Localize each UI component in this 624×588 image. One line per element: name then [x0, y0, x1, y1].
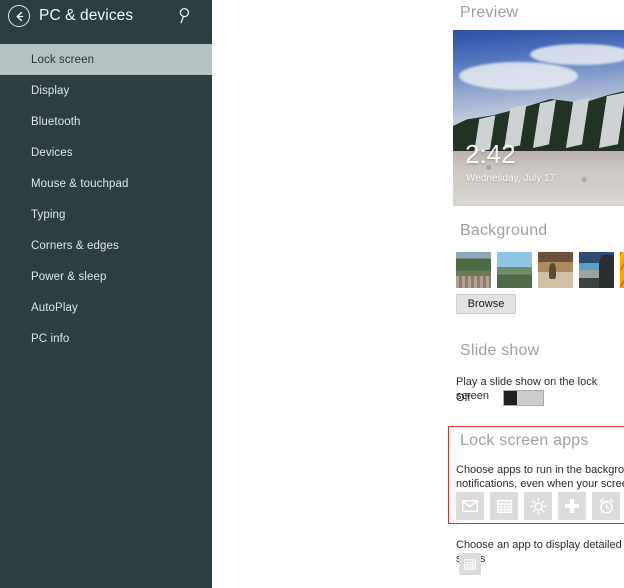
main-content: Preview 2:42 Wednesday, July 17 Backgrou…	[212, 0, 624, 588]
mail-icon[interactable]	[456, 492, 484, 520]
back-arrow-icon[interactable]	[8, 5, 30, 27]
sidebar-item-label: AutoPlay	[31, 301, 78, 314]
lock-screen-apps-heading: Lock screen apps	[460, 432, 589, 449]
sidebar-nav: Lock screen Display Bluetooth Devices Mo…	[0, 44, 212, 354]
sidebar-item-label: Devices	[31, 146, 73, 159]
health-cross-icon[interactable]	[558, 492, 586, 520]
lock-screen-apps-list: + +	[456, 492, 624, 520]
preview-clock-date: Wednesday, July 17	[466, 173, 556, 184]
sidebar-item-power-sleep[interactable]: Power & sleep	[0, 261, 212, 292]
sidebar-item-label: Bluetooth	[31, 115, 81, 128]
weather-sun-icon[interactable]	[524, 492, 552, 520]
search-icon[interactable]	[178, 7, 194, 24]
sidebar-item-label: Typing	[31, 208, 66, 221]
toggle-knob	[504, 391, 517, 405]
slide-show-toggle[interactable]	[503, 390, 544, 406]
market-scene-thumbnail[interactable]	[538, 252, 573, 288]
sidebar-item-typing[interactable]: Typing	[0, 199, 212, 230]
sidebar-item-label: Lock screen	[31, 53, 95, 66]
browse-button[interactable]: Browse	[456, 294, 516, 314]
preview-clock-time: 2:42	[465, 139, 516, 169]
mountain-village-thumbnail[interactable]	[456, 252, 491, 288]
settings-window: PC & devices Lock screen Display Bluetoo…	[0, 0, 624, 588]
calendar-icon[interactable]	[490, 492, 518, 520]
lock-screen-preview-image: 2:42 Wednesday, July 17	[453, 30, 624, 206]
alarm-clock-icon[interactable]	[592, 492, 620, 520]
sidebar: PC & devices Lock screen Display Bluetoo…	[0, 0, 212, 588]
cloud	[530, 44, 624, 66]
slide-show-state-label: Off	[456, 392, 471, 404]
calendar-icon[interactable]	[459, 553, 481, 575]
preview-heading: Preview	[460, 4, 519, 21]
sidebar-header: PC & devices	[0, 0, 212, 32]
sidebar-item-bluetooth[interactable]: Bluetooth	[0, 106, 212, 137]
background-thumbnail-list	[456, 252, 624, 288]
coastal-view-thumbnail[interactable]	[579, 252, 614, 288]
sidebar-item-label: Power & sleep	[31, 270, 107, 283]
sidebar-item-label: Corners & edges	[31, 239, 119, 252]
cloud	[458, 61, 579, 90]
sidebar-item-label: PC info	[31, 332, 70, 345]
sidebar-item-label: Display	[31, 84, 70, 97]
sidebar-item-devices[interactable]: Devices	[0, 137, 212, 168]
blue-sky-mountains-thumbnail[interactable]	[497, 252, 532, 288]
slide-show-heading: Slide show	[460, 342, 540, 359]
sidebar-item-lock-screen[interactable]: Lock screen	[0, 44, 212, 75]
orange-petal-thumbnail[interactable]	[620, 252, 624, 288]
sidebar-item-mouse-touchpad[interactable]: Mouse & touchpad	[0, 168, 212, 199]
sidebar-item-label: Mouse & touchpad	[31, 177, 129, 190]
detailed-status-label: Choose an app to display detailed status	[456, 539, 622, 565]
sidebar-item-pc-info[interactable]: PC info	[0, 323, 212, 354]
background-heading: Background	[460, 222, 548, 239]
lock-screen-apps-description: Choose apps to run in the background and…	[456, 464, 624, 490]
sidebar-item-display[interactable]: Display	[0, 75, 212, 106]
sidebar-item-corners-edges[interactable]: Corners & edges	[0, 230, 212, 261]
page-title: PC & devices	[39, 7, 134, 24]
sidebar-item-autoplay[interactable]: AutoPlay	[0, 292, 212, 323]
